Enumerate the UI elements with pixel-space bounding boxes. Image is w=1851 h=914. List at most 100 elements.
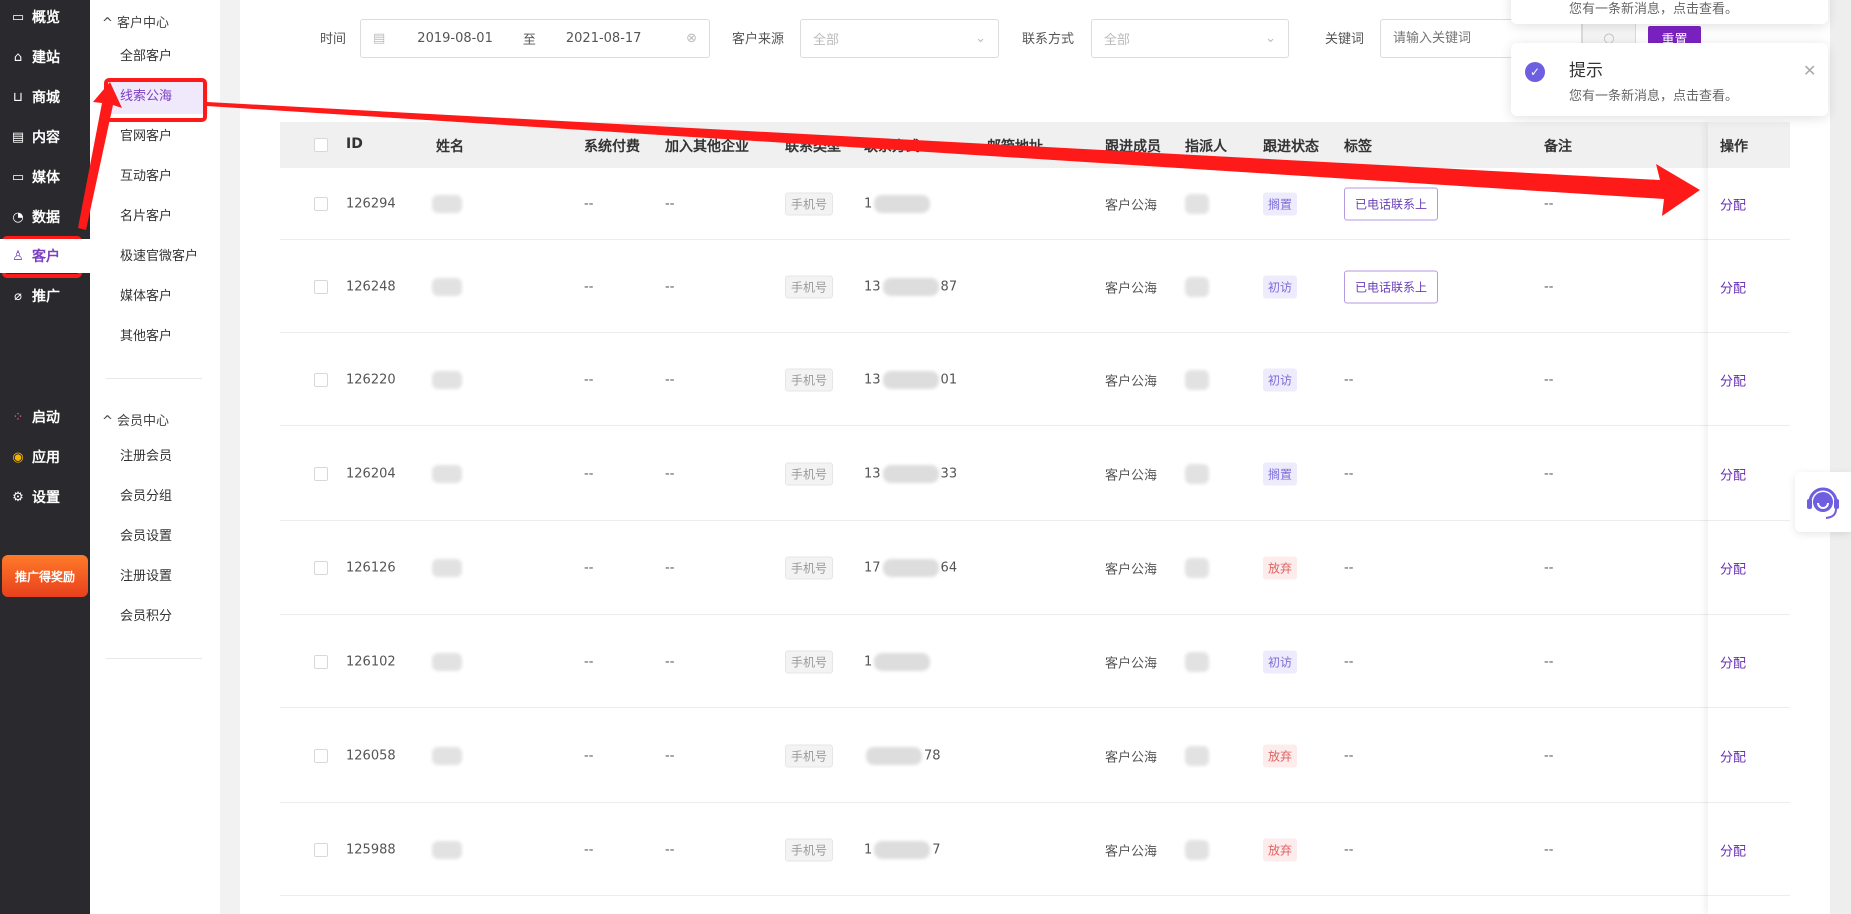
row-checkbox[interactable] bbox=[314, 654, 328, 669]
submenu-item[interactable]: 官网客户 bbox=[104, 120, 208, 154]
row-checkbox[interactable] bbox=[314, 842, 328, 857]
contact-select[interactable]: 全部 ⌄ bbox=[1091, 19, 1289, 58]
nav-item-6[interactable]: ♙ 客户 bbox=[0, 239, 90, 273]
nav-item-4[interactable]: ▭ 媒体 bbox=[0, 160, 90, 194]
contact-label: 联系方式 bbox=[1022, 32, 1075, 47]
customer-id: 126294 bbox=[346, 196, 396, 212]
nav-item-label: 客户 bbox=[32, 249, 60, 265]
submenu-item[interactable]: 极速官微客户 bbox=[104, 240, 208, 274]
submenu-item[interactable]: 其他客户 bbox=[104, 320, 208, 354]
nav-item-1[interactable]: ⌂ 建站 bbox=[0, 40, 90, 74]
phone-prefix: 13 bbox=[864, 466, 881, 481]
customer-id: 126102 bbox=[346, 654, 396, 669]
follow-member: 客户公海 bbox=[1105, 750, 1158, 765]
submenu-item[interactable]: 媒体客户 bbox=[104, 280, 208, 314]
close-icon[interactable]: ✕ bbox=[1803, 61, 1816, 80]
contact-type-tag: 手机号 bbox=[785, 368, 834, 391]
clear-icon[interactable]: ⊗ bbox=[686, 31, 697, 46]
nav-item-b2[interactable]: ⚙ 设置 bbox=[0, 480, 90, 514]
customer-service-button[interactable] bbox=[1795, 472, 1851, 532]
assigner-redacted bbox=[1185, 558, 1209, 578]
member-center-header[interactable]: ^ 会员中心 bbox=[102, 410, 169, 429]
nav-item-2[interactable]: ⊔ 商城 bbox=[0, 80, 90, 114]
system-fee: -- bbox=[584, 654, 594, 669]
note: -- bbox=[1544, 748, 1554, 763]
name-redacted bbox=[432, 746, 462, 765]
submenu-item[interactable]: 注册会员 bbox=[104, 440, 208, 474]
submenu-item[interactable]: 互动客户 bbox=[104, 160, 208, 194]
system-fee: -- bbox=[584, 748, 594, 763]
row-checkbox[interactable] bbox=[314, 372, 328, 387]
check-circle-icon: ✓ bbox=[1525, 62, 1545, 82]
system-fee: -- bbox=[584, 466, 594, 481]
contact-type-tag: 手机号 bbox=[785, 744, 834, 767]
phone-prefix: 13 bbox=[864, 372, 881, 387]
column-header: 指派人 bbox=[1185, 139, 1227, 155]
submenu-item[interactable]: 线索公海 bbox=[104, 80, 208, 114]
status-badge: 初访 bbox=[1263, 275, 1298, 298]
toast-title: 提示 bbox=[1569, 61, 1603, 81]
name-redacted bbox=[432, 195, 462, 213]
pie-chart-icon: ◔ bbox=[12, 209, 24, 225]
contact-value: 全部 bbox=[1104, 33, 1131, 48]
tag-empty: -- bbox=[1344, 466, 1354, 481]
phone-prefix: 1 bbox=[864, 196, 873, 212]
submenu-item[interactable]: 会员设置 bbox=[104, 520, 208, 554]
contact-type-tag: 手机号 bbox=[785, 275, 834, 298]
status-badge: 初访 bbox=[1263, 368, 1298, 391]
status-badge: 放弃 bbox=[1263, 744, 1298, 767]
joined-other: -- bbox=[665, 654, 675, 669]
tag-empty: -- bbox=[1344, 748, 1354, 763]
tag-empty: -- bbox=[1344, 372, 1354, 387]
nav-item-b0[interactable]: ⁘ 启动 bbox=[0, 400, 90, 434]
calendar-icon: ▤ bbox=[373, 31, 386, 46]
date-range-picker[interactable]: ▤ 2019-08-01 至 2021-08-17 ⊗ bbox=[360, 19, 710, 58]
row-checkbox[interactable] bbox=[314, 561, 328, 575]
column-header: 跟进状态 bbox=[1263, 139, 1319, 155]
customer-center-header[interactable]: ^ 客户中心 bbox=[102, 12, 169, 31]
assigner-redacted bbox=[1185, 745, 1209, 766]
row-checkbox[interactable] bbox=[314, 279, 328, 294]
submenu-item[interactable]: 名片客户 bbox=[104, 200, 208, 234]
source-select[interactable]: 全部 ⌄ bbox=[800, 19, 999, 58]
note: -- bbox=[1544, 279, 1554, 294]
row-checkbox[interactable] bbox=[314, 748, 328, 763]
phone-blur bbox=[882, 464, 939, 483]
submenu-item[interactable]: 会员积分 bbox=[104, 600, 208, 634]
nav-item-0[interactable]: ▭ 概览 bbox=[0, 0, 90, 34]
table-row bbox=[280, 426, 1790, 521]
nav-item-label: 数据 bbox=[32, 210, 60, 226]
phone-redacted: 1 bbox=[864, 652, 932, 671]
phone-blur bbox=[882, 559, 939, 577]
joined-other: -- bbox=[665, 748, 675, 763]
row-checkbox[interactable] bbox=[314, 466, 328, 481]
chevron-down-icon: ⌄ bbox=[1265, 31, 1276, 46]
column-header: 联系方式 bbox=[864, 139, 920, 155]
name-redacted bbox=[432, 277, 462, 296]
submenu-item[interactable]: 会员分组 bbox=[104, 480, 208, 514]
row-checkbox[interactable] bbox=[314, 197, 328, 211]
phone-blur bbox=[882, 370, 939, 389]
sticky-action-column bbox=[1708, 122, 1790, 914]
toast-notification[interactable]: 您有一条新消息，点击查看。 bbox=[1511, 0, 1828, 24]
nav-item-3[interactable]: ▤ 内容 bbox=[0, 120, 90, 154]
select-all-checkbox[interactable] bbox=[314, 138, 328, 152]
submenu-item[interactable]: 全部客户 bbox=[104, 40, 208, 74]
nav-item-5[interactable]: ◔ 数据 bbox=[0, 200, 90, 234]
toast-notification[interactable]: ✓ 提示 您有一条新消息，点击查看。 ✕ bbox=[1511, 43, 1828, 116]
phone-redacted: 1 bbox=[864, 195, 932, 213]
follow-member: 客户公海 bbox=[1105, 468, 1158, 483]
nav-item-label: 媒体 bbox=[32, 170, 60, 186]
promo-banner[interactable]: 推广得奖励 bbox=[2, 555, 88, 597]
status-badge: 搁置 bbox=[1263, 192, 1298, 216]
nav-item-7[interactable]: ⌀ 推广 bbox=[0, 279, 90, 313]
joined-other: -- bbox=[665, 560, 675, 576]
toast-body: 您有一条新消息，点击查看。 bbox=[1569, 2, 1739, 17]
status-badge: 放弃 bbox=[1263, 556, 1298, 580]
scrollbar[interactable] bbox=[1830, 0, 1851, 914]
column-header: 备注 bbox=[1544, 139, 1572, 155]
phone-suffix: 01 bbox=[940, 372, 958, 387]
submenu-item[interactable]: 注册设置 bbox=[104, 560, 208, 594]
nav-item-b1[interactable]: ◉ 应用 bbox=[0, 440, 90, 474]
chevron-down-icon: ⌄ bbox=[975, 31, 986, 46]
